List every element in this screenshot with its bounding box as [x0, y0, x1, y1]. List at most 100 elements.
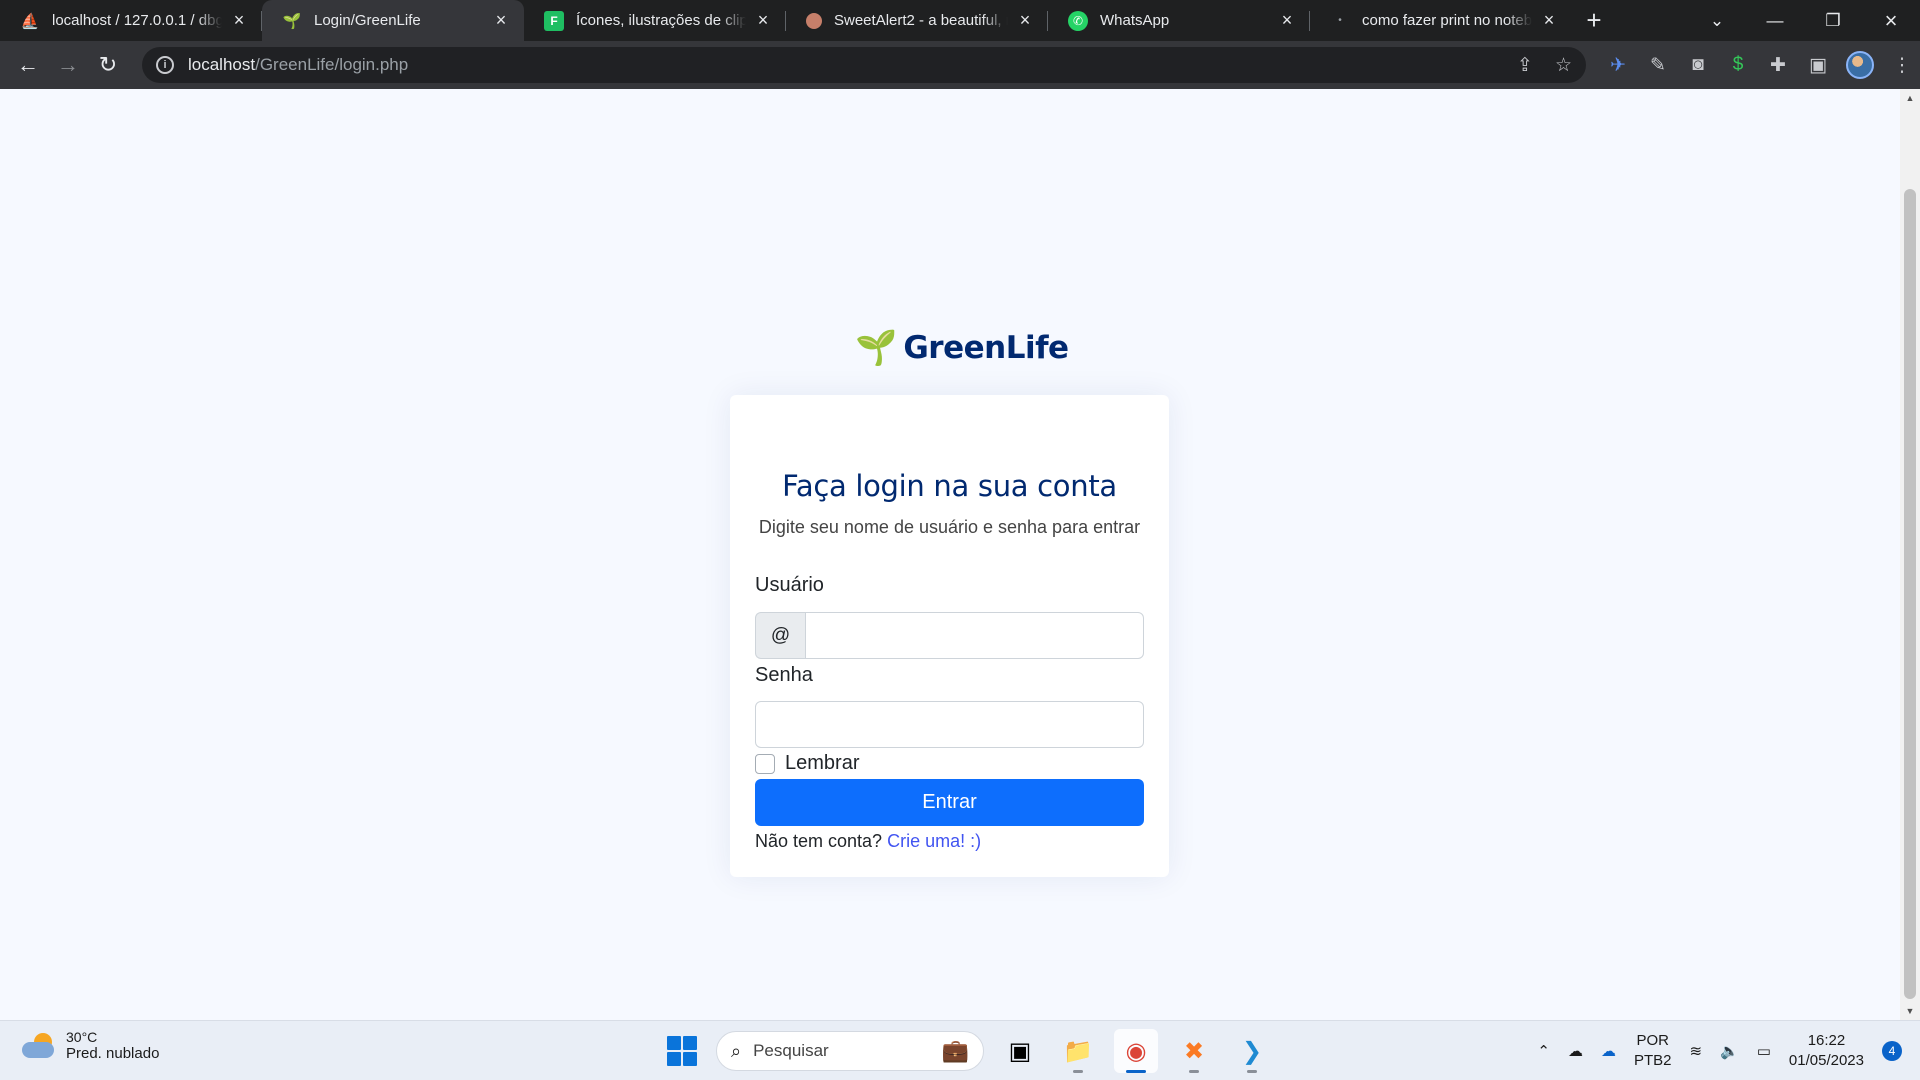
login-subheading: Digite seu nome de usuário e senha para … — [758, 517, 1141, 537]
side-panel-icon[interactable]: ▣ — [1806, 53, 1830, 77]
close-tab-icon[interactable]: × — [1540, 10, 1558, 31]
signup-prompt: Não tem conta? Crie uma! :) — [755, 831, 1144, 852]
search-icon: ⌕ — [731, 1040, 742, 1061]
url-host: localhost — [188, 55, 256, 74]
login-heading: Faça login na sua conta — [782, 469, 1117, 503]
brand-name: GreenLife — [903, 330, 1069, 366]
address-bar[interactable]: i localhost/GreenLife/login.php ⇪ ☆ — [142, 47, 1586, 83]
forward-button[interactable]: → — [48, 45, 88, 85]
remember-label: Lembrar — [785, 752, 860, 774]
extension-camera-icon[interactable]: ◙ — [1686, 53, 1710, 77]
username-label: Usuário — [755, 574, 824, 596]
input-language[interactable]: POR PTB2 — [1634, 1031, 1672, 1071]
task-view-icon[interactable]: ▣ — [998, 1029, 1042, 1073]
scroll-down-arrow-icon[interactable]: ▼ — [1900, 1006, 1920, 1016]
scroll-up-arrow-icon[interactable]: ▲ — [1900, 93, 1920, 103]
taskbar-apps: ⌕ Pesquisar 💼 ▣ 📁 ◉ ✖ ❯ — [662, 1029, 1274, 1073]
weather-description: Pred. nublado — [66, 1045, 160, 1062]
windows-taskbar: 30°C Pred. nublado ⌕ Pesquisar 💼 ▣ 📁 ◉ ✖… — [0, 1020, 1920, 1080]
url-path: /GreenLife/login.php — [255, 55, 409, 74]
username-input-group: @ — [755, 612, 1144, 659]
close-tab-icon[interactable]: × — [1016, 10, 1034, 31]
tab-sweetalert[interactable]: SweetAlert2 - a beautiful, re × — [786, 0, 1048, 41]
phpmyadmin-icon: ⛵ — [20, 12, 40, 30]
weather-widget[interactable]: 30°C Pred. nublado — [22, 1029, 159, 1062]
close-tab-icon[interactable]: × — [754, 10, 772, 31]
tab-login-greenlife[interactable]: 🌱 Login/GreenLife × — [262, 0, 524, 41]
back-button[interactable]: ← — [8, 45, 48, 85]
partly-cloudy-icon — [22, 1032, 56, 1059]
new-tab-button[interactable]: + — [1572, 0, 1616, 41]
vscode-icon[interactable]: ❯ — [1230, 1029, 1274, 1073]
at-sign-prefix: @ — [755, 612, 805, 659]
tab-title: Login/GreenLife — [314, 12, 421, 29]
onedrive-cloud-icon[interactable]: ☁ — [1568, 1042, 1583, 1060]
site-info-icon[interactable]: i — [156, 56, 174, 74]
chrome-icon[interactable]: ◉ — [1114, 1029, 1158, 1073]
tab-search-icon[interactable]: ⌄ — [1688, 0, 1746, 41]
remember-checkbox[interactable] — [755, 753, 775, 774]
login-submit-button[interactable]: Entrar — [755, 779, 1144, 826]
tab-phpmyadmin[interactable]: ⛵ localhost / 127.0.0.1 / dbgr × — [0, 0, 262, 41]
remember-me[interactable]: Lembrar — [755, 752, 1144, 775]
brand-logo[interactable]: 🌱 GreenLife — [855, 328, 1069, 368]
username-input[interactable] — [805, 612, 1144, 659]
tab-title: SweetAlert2 - a beautiful, re — [834, 12, 1008, 29]
tab-google-search[interactable]: • como fazer print no notebo × — [1310, 0, 1572, 41]
keyboard-layout: PTB2 — [1633, 1052, 1672, 1069]
whatsapp-icon: ✆ — [1068, 10, 1088, 31]
extension-satellite-icon[interactable]: ✈ — [1606, 53, 1630, 77]
clock-date: 01/05/2023 — [1788, 1052, 1864, 1069]
menu-kebab-icon[interactable]: ⋮ — [1890, 53, 1914, 77]
sync-cloud-icon[interactable]: ☁ — [1601, 1042, 1616, 1060]
bookmark-star-icon[interactable]: ☆ — [1555, 54, 1572, 77]
battery-icon[interactable]: ▭ — [1757, 1042, 1771, 1060]
windows-start-icon[interactable] — [662, 1031, 702, 1071]
browser-tab-strip: ⛵ localhost / 127.0.0.1 / dbgr × 🌱 Login… — [0, 0, 1920, 41]
wifi-icon[interactable]: ≋ — [1689, 1042, 1702, 1060]
chevron-up-icon[interactable]: ⌃ — [1537, 1042, 1550, 1060]
xampp-icon[interactable]: ✖ — [1172, 1029, 1216, 1073]
login-card: Faça login na sua conta Digite seu nome … — [730, 395, 1169, 877]
signup-text: Não tem conta? — [755, 831, 883, 851]
system-tray: ⌃ ☁ ☁ POR PTB2 ≋ 🔈 ▭ 16:22 01/05/2023 4 — [1537, 1021, 1902, 1080]
extension-money-icon[interactable]: $ — [1726, 53, 1750, 77]
signup-link[interactable]: Crie uma! :) — [887, 831, 981, 851]
extensions-puzzle-icon[interactable]: ✚ — [1766, 53, 1790, 77]
minimize-button[interactable]: — — [1746, 0, 1804, 41]
sweetalert-icon — [806, 12, 822, 29]
window-controls: ⌄ — ❐ × — [1688, 0, 1920, 41]
share-icon[interactable]: ⇪ — [1517, 54, 1533, 77]
google-icon: • — [1338, 15, 1342, 26]
close-tab-icon[interactable]: × — [1278, 10, 1296, 31]
page-scrollbar[interactable]: ▲ ▼ — [1900, 89, 1920, 1020]
clock[interactable]: 16:22 01/05/2023 — [1789, 1031, 1864, 1071]
weather-temperature: 30°C — [66, 1029, 98, 1045]
tab-flaticon[interactable]: F Ícones, ilustrações de clipar × — [524, 0, 786, 41]
profile-avatar[interactable] — [1846, 51, 1874, 79]
notification-badge[interactable]: 4 — [1882, 1041, 1902, 1061]
flaticon-icon: F — [544, 10, 564, 31]
omnibox-actions: ⇪ ☆ — [1517, 54, 1572, 77]
scrollbar-thumb[interactable] — [1904, 189, 1916, 999]
browser-toolbar: ← → ↻ i localhost/GreenLife/login.php ⇪ … — [0, 41, 1920, 89]
search-placeholder: Pesquisar — [753, 1041, 829, 1060]
tab-title: como fazer print no notebo — [1362, 12, 1532, 29]
file-explorer-icon[interactable]: 📁 — [1056, 1029, 1100, 1073]
password-input[interactable] — [755, 701, 1144, 748]
seedling-icon: 🌱 — [282, 12, 302, 30]
tab-whatsapp[interactable]: ✆ WhatsApp × — [1048, 0, 1310, 41]
close-tab-icon[interactable]: × — [230, 10, 248, 31]
restore-button[interactable]: ❐ — [1804, 0, 1862, 41]
extension-eyedropper-icon[interactable]: ✎ — [1646, 53, 1670, 77]
seedling-icon: 🌱 — [855, 329, 898, 367]
reload-button[interactable]: ↻ — [88, 45, 128, 85]
tab-title: Ícones, ilustrações de clipar — [576, 12, 746, 29]
password-label: Senha — [755, 664, 813, 686]
search-highlight-icon: 💼 — [941, 1038, 969, 1063]
close-window-button[interactable]: × — [1862, 0, 1920, 41]
clock-time: 16:22 — [1807, 1032, 1846, 1049]
volume-icon[interactable]: 🔈 — [1720, 1042, 1739, 1060]
taskbar-search[interactable]: ⌕ Pesquisar 💼 — [716, 1031, 984, 1071]
close-tab-icon[interactable]: × — [492, 10, 510, 31]
